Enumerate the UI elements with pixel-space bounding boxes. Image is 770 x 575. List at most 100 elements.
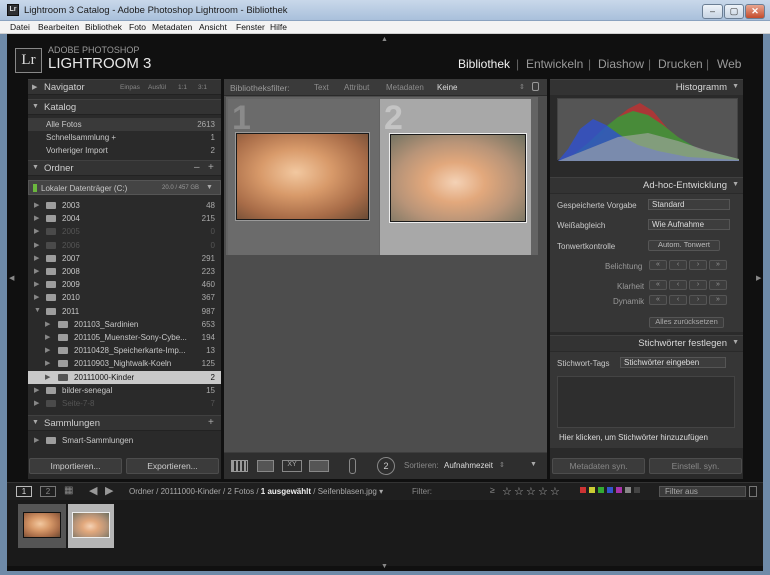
folder-expand-icon[interactable]: ▶ xyxy=(45,359,50,367)
subfolder-row[interactable]: ▶ 20110903_Nightwalk-Koeln 125 xyxy=(28,357,221,370)
drive-menu-icon[interactable]: ▼ xyxy=(206,184,213,191)
katalog-item-import[interactable]: Vorheriger Import 2 xyxy=(28,144,221,157)
star-4-icon[interactable]: ☆ xyxy=(538,485,548,498)
zoom-fit[interactable]: Einpas xyxy=(120,84,140,91)
wb-select[interactable]: Wie Aufnahme xyxy=(648,219,730,230)
filmstrip-thumb-2[interactable] xyxy=(72,512,110,538)
lock-icon[interactable] xyxy=(532,82,539,91)
folder-row[interactable]: ▶ 2009 460 xyxy=(28,278,221,291)
folder-expand-icon[interactable]: ▶ xyxy=(45,373,50,381)
folder-row[interactable]: ▶ 2004 215 xyxy=(28,212,221,225)
top-panel-toggle-icon[interactable]: ▲ xyxy=(381,36,388,43)
monitor-1-button[interactable]: 1 xyxy=(16,486,32,497)
zoom-1-1[interactable]: 1:1 xyxy=(178,84,187,91)
katalog-item-quick[interactable]: Schnellsammlung +1 xyxy=(28,131,221,144)
menu-fenster[interactable]: Fenster xyxy=(236,22,265,32)
filmstrip-thumb-1[interactable] xyxy=(23,512,61,538)
menu-bearbeiten[interactable]: Bearbeiten xyxy=(38,22,79,32)
loupe-view-icon[interactable] xyxy=(257,460,274,472)
folder-row[interactable]: ▶ 2007 291 xyxy=(28,252,221,265)
module-web[interactable]: Web xyxy=(717,57,741,71)
module-bibliothek[interactable]: Bibliothek xyxy=(458,57,510,71)
folder-expand-icon[interactable]: ▶ xyxy=(34,254,39,262)
folder-row[interactable]: ▶ Seite-7-8 7 xyxy=(28,397,221,410)
folder-row[interactable]: ▶ 2006 0 xyxy=(28,239,221,252)
folder-expand-icon[interactable]: ▶ xyxy=(34,227,39,235)
zoom-3-1[interactable]: 3:1 xyxy=(198,84,207,91)
module-diashow[interactable]: Diashow xyxy=(598,57,644,71)
grid-view-icon[interactable] xyxy=(231,460,248,472)
monitor-2-button[interactable]: 2 xyxy=(40,486,56,497)
add-collection-icon[interactable]: + xyxy=(208,417,214,428)
survey-view-icon[interactable] xyxy=(309,460,329,472)
minimize-button[interactable]: – xyxy=(702,4,723,19)
adhoc-header[interactable]: Ad-hoc-Entwicklung ▼ xyxy=(550,177,743,193)
star-2-icon[interactable]: ☆ xyxy=(514,485,524,498)
folder-row[interactable]: ▶ 2005 0 xyxy=(28,225,221,238)
katalog-item-all[interactable]: Alle Fotos 2613 xyxy=(28,118,221,131)
star-5-icon[interactable]: ☆ xyxy=(550,485,560,498)
label-green-icon[interactable] xyxy=(598,487,604,493)
folder-expand-icon[interactable]: ▶ xyxy=(45,320,50,328)
maximize-button[interactable]: ▢ xyxy=(724,4,744,19)
label-red-icon[interactable] xyxy=(580,487,586,493)
painter-icon[interactable] xyxy=(349,458,356,474)
filter-select[interactable]: Filter aus xyxy=(659,486,746,497)
menu-bibliothek[interactable]: Bibliothek xyxy=(85,22,122,32)
folder-expand-icon[interactable]: ▶ xyxy=(34,280,39,288)
menu-ansicht[interactable]: Ansicht xyxy=(199,22,227,32)
filmstrip-cell-2-selected[interactable] xyxy=(68,504,114,548)
remove-folder-icon[interactable]: – xyxy=(194,162,200,173)
folder-expand-icon[interactable]: ▶ xyxy=(34,201,39,209)
navigator-header[interactable]: ▶ Navigator Einpas Ausfül 1:1 3:1 xyxy=(28,79,221,95)
subfolder-row[interactable]: ▶ 201105_Muenster-Sony-Cybe... 194 xyxy=(28,331,221,344)
menu-foto[interactable]: Foto xyxy=(129,22,146,32)
folder-expand-icon[interactable]: ▶ xyxy=(34,267,39,275)
drive-row[interactable]: Lokaler Datenträger (C:) 20.0 / 457 GB ▼ xyxy=(28,180,221,195)
compare-view-icon[interactable]: XY xyxy=(282,460,302,472)
folder-row[interactable]: ▶ 2003 48 xyxy=(28,199,221,212)
reset-all-button[interactable]: Alles zurücksetzen xyxy=(649,317,724,328)
menu-datei[interactable]: Datei xyxy=(10,22,30,32)
label-blue-icon[interactable] xyxy=(607,487,613,493)
left-panel-toggle-icon[interactable]: ◀ xyxy=(9,274,14,282)
folder-expand-icon[interactable]: ▶ xyxy=(34,399,39,407)
folder-expand-icon[interactable]: ▶ xyxy=(34,293,39,301)
keywords-hint[interactable]: Hier klicken, um Stichwörter hinzuzufüge… xyxy=(559,433,708,442)
menu-hilfe[interactable]: Hilfe xyxy=(270,22,287,32)
folder-expand-icon[interactable]: ▶ xyxy=(45,346,50,354)
sort-direction-icon[interactable]: 2 xyxy=(377,457,395,475)
grid-icon[interactable]: ▦ xyxy=(64,485,73,496)
filter-presets-icon[interactable]: ⇕ xyxy=(519,83,525,91)
subfolder-row[interactable]: ▶ 201103_Sardinien 653 xyxy=(28,318,221,331)
menu-metadaten[interactable]: Metadaten xyxy=(152,22,192,32)
grid-cell-2-selected[interactable]: 2 xyxy=(380,99,531,255)
filter-tab-metadaten[interactable]: Metadaten xyxy=(386,83,424,92)
ordner-header[interactable]: ▼ Ordner – + xyxy=(28,160,221,176)
rating-operator-icon[interactable]: ≥ xyxy=(490,485,495,495)
label-purple-icon[interactable] xyxy=(616,487,622,493)
folder-row[interactable]: ▼ 2011 987 xyxy=(28,305,221,318)
filter-lock-icon[interactable] xyxy=(749,486,757,497)
sort-chevron-icon[interactable]: ⇕ xyxy=(499,461,505,469)
close-button[interactable]: ✕ xyxy=(745,4,765,19)
folder-expand-icon[interactable]: ▶ xyxy=(34,214,39,222)
label-none-icon[interactable] xyxy=(634,487,640,493)
folder-expand-icon[interactable]: ▶ xyxy=(34,386,39,394)
folder-row[interactable]: ▶ 2008 223 xyxy=(28,265,221,278)
keywords-header[interactable]: Stichwörter festlegen ▼ xyxy=(550,335,743,351)
photo-thumbnail-2[interactable] xyxy=(390,134,526,222)
sync-metadata-button[interactable]: Metadaten syn. xyxy=(552,458,645,474)
zoom-fill[interactable]: Ausfül xyxy=(148,84,166,91)
katalog-header[interactable]: ▼ Katalog xyxy=(28,99,221,115)
star-3-icon[interactable]: ☆ xyxy=(526,485,536,498)
folder-row[interactable]: ▶ bilder-senegal 15 xyxy=(28,384,221,397)
filmstrip-cell-1[interactable] xyxy=(18,504,66,548)
toolbar-menu-icon[interactable]: ▼ xyxy=(530,461,537,468)
preset-select[interactable]: Standard xyxy=(648,199,730,210)
add-folder-icon[interactable]: + xyxy=(208,162,214,173)
filter-tab-text[interactable]: Text xyxy=(314,83,329,92)
back-arrow-icon[interactable]: ◀ xyxy=(89,484,97,497)
import-button[interactable]: Importieren... xyxy=(29,458,122,474)
sort-select[interactable]: Aufnahmezeit xyxy=(444,461,493,470)
